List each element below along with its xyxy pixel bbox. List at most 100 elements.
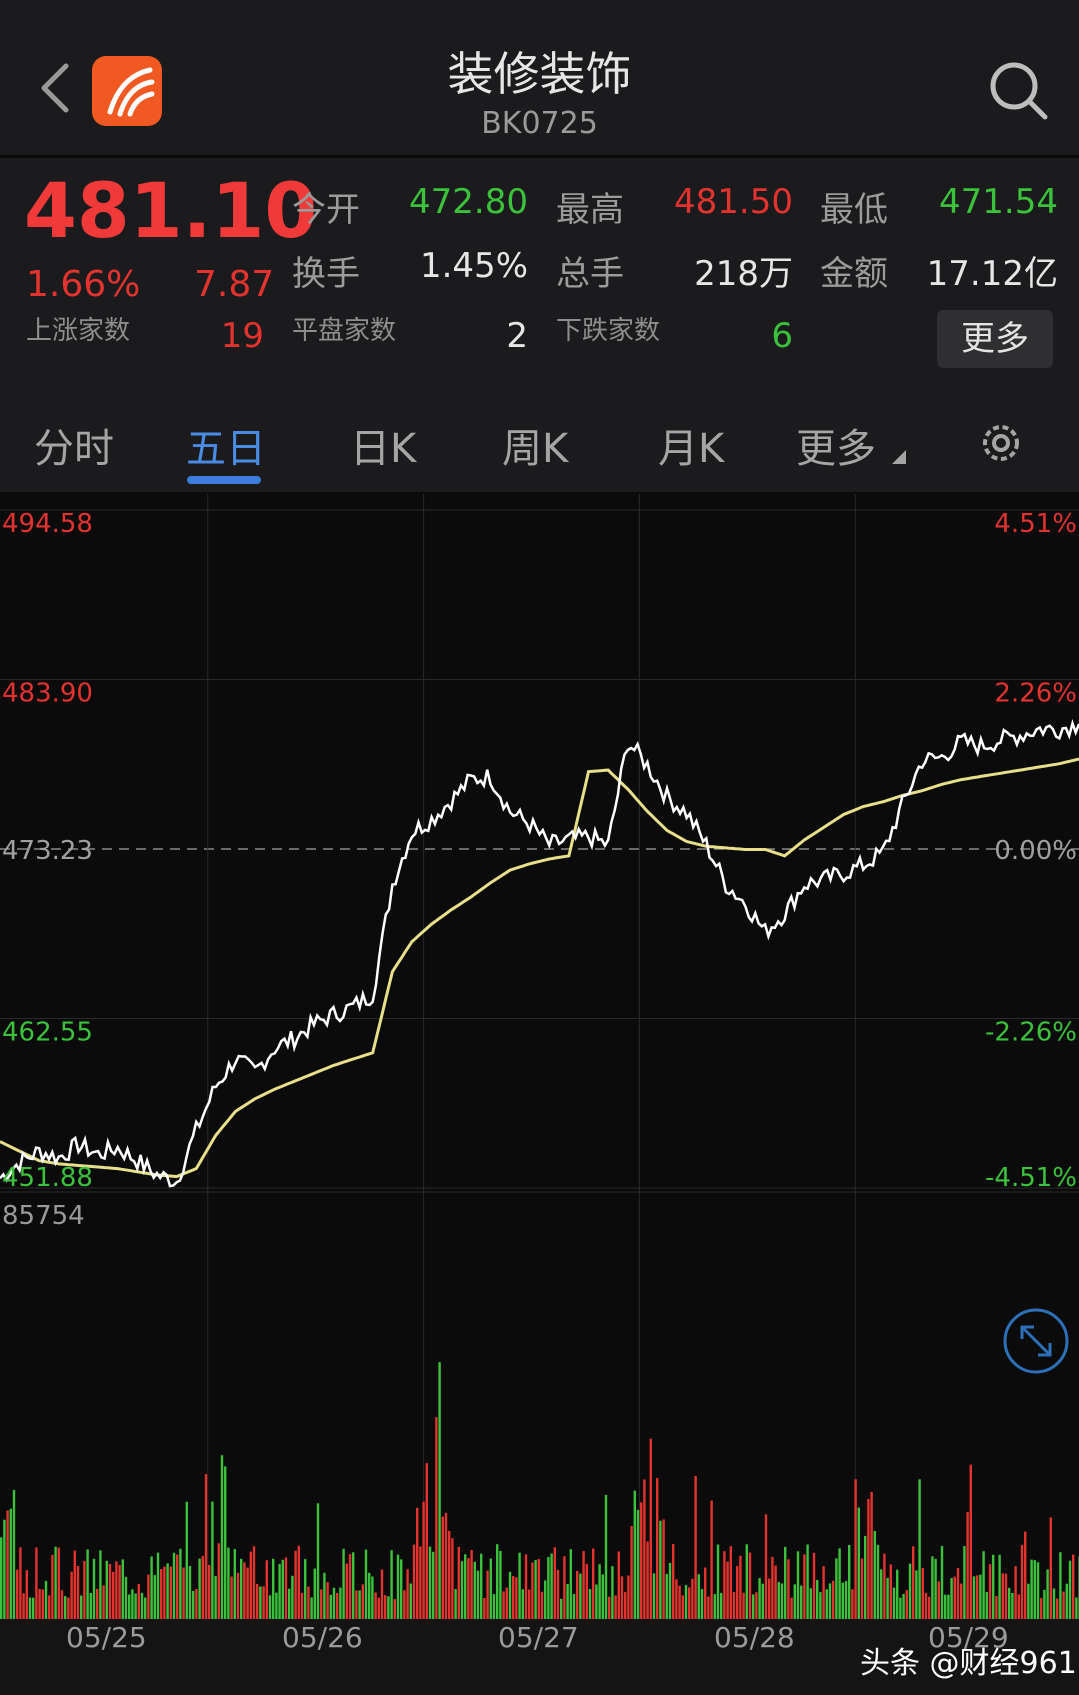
volume-bar — [249, 1551, 252, 1619]
volume-bar — [393, 1599, 396, 1619]
volume-bar — [556, 1569, 560, 1619]
volume-bar — [758, 1578, 761, 1619]
volume-bar — [512, 1576, 515, 1619]
expand-icon[interactable] — [1003, 1308, 1069, 1374]
volume-bar — [790, 1597, 793, 1619]
volume-bar — [937, 1581, 940, 1619]
volume-bar — [694, 1475, 697, 1619]
tab-intraday[interactable]: 分时 — [34, 416, 114, 474]
volume-bar — [419, 1546, 422, 1619]
volume-bar — [96, 1588, 99, 1619]
volume-bar — [44, 1580, 48, 1619]
volume-bar — [457, 1546, 460, 1619]
volume-bar — [723, 1551, 726, 1619]
volume-bar — [553, 1547, 556, 1619]
volume-bar — [774, 1565, 777, 1619]
volume-bar — [124, 1576, 128, 1619]
current-price: 481.10 — [24, 166, 318, 255]
volume-bar — [1011, 1593, 1014, 1619]
volume-bar — [1030, 1559, 1033, 1619]
volume-bar — [720, 1592, 723, 1619]
pct-axis-label: 0.00% — [994, 836, 1077, 866]
volume-bar — [268, 1595, 272, 1619]
volume-bar — [86, 1549, 89, 1619]
volume-bar — [371, 1576, 374, 1619]
volume-bar — [473, 1561, 476, 1619]
volume-bar — [105, 1560, 108, 1619]
volume-bar — [1068, 1560, 1072, 1619]
x-tick-label: 05/27 — [498, 1621, 579, 1654]
volume-bar — [368, 1572, 371, 1619]
volume-bar — [1027, 1583, 1030, 1619]
volume-bar — [892, 1587, 896, 1619]
volume-bar — [172, 1552, 176, 1619]
volume-bar — [902, 1593, 905, 1619]
volume-bar — [1024, 1531, 1027, 1619]
volume-bar — [422, 1501, 425, 1619]
tab-weekly-k[interactable]: 周K — [502, 416, 568, 474]
volume-bar — [406, 1569, 409, 1619]
volume-bar — [1059, 1552, 1062, 1619]
volume-bar — [880, 1569, 883, 1619]
volume-bar — [985, 1592, 988, 1619]
volume-bar — [841, 1582, 844, 1619]
volume-bar — [489, 1558, 492, 1619]
volume-bar — [627, 1575, 630, 1619]
volume-bar — [582, 1551, 585, 1619]
volume-bar — [604, 1494, 608, 1619]
pct-axis-label: 2.26% — [994, 679, 1077, 709]
active-tab-indicator — [187, 476, 261, 484]
volume-bar — [144, 1597, 147, 1619]
volume-bar — [76, 1566, 80, 1619]
volume-bar — [140, 1592, 144, 1619]
volume-bar — [972, 1576, 976, 1619]
volume-bar — [128, 1594, 131, 1619]
volume-bar — [624, 1592, 627, 1619]
search-icon[interactable] — [988, 60, 1050, 122]
volume-bar — [515, 1577, 518, 1619]
volume-bar — [214, 1575, 217, 1619]
volume-bar — [710, 1500, 713, 1619]
volume-bar — [739, 1555, 742, 1619]
volume-bar — [681, 1595, 684, 1619]
volume-bar — [1040, 1598, 1043, 1619]
volume-bar — [668, 1563, 672, 1619]
volume-bar — [838, 1548, 841, 1619]
five-day-chart[interactable]: 494.58 4.51% 483.90 2.26% 473.23 0.00% 462.55 -… — [0, 494, 1079, 1619]
pct-axis-label: -4.51% — [985, 1163, 1077, 1193]
volume-bar — [400, 1559, 403, 1619]
average-price-line — [0, 757, 1079, 1179]
volume-bar — [464, 1554, 467, 1619]
volume-bar — [675, 1579, 678, 1619]
tab-more[interactable]: 更多 — [796, 416, 876, 474]
volume-bar — [236, 1572, 240, 1619]
volume-bar — [707, 1596, 710, 1619]
volume-bar — [1052, 1588, 1056, 1619]
volume-bar — [953, 1576, 956, 1619]
volume-bar — [387, 1596, 390, 1619]
tab-daily-k[interactable]: 日K — [350, 416, 416, 474]
volume-bar — [265, 1560, 268, 1619]
tab-monthly-k[interactable]: 月K — [658, 416, 724, 474]
gear-icon[interactable] — [976, 418, 1026, 468]
volume-bar — [425, 1463, 428, 1619]
volume-bar — [598, 1564, 601, 1619]
more-button[interactable]: 更多 — [937, 310, 1053, 368]
tab-five-day[interactable]: 五日 — [186, 416, 266, 474]
volume-bar — [147, 1574, 150, 1619]
volume-bar — [563, 1556, 566, 1619]
volume-bar — [470, 1550, 473, 1619]
volume-bar — [150, 1556, 153, 1619]
volume-bar — [230, 1576, 233, 1619]
volume-bar — [870, 1491, 873, 1619]
volume-bar — [51, 1554, 54, 1619]
volume-bar — [233, 1549, 236, 1619]
volume-bar — [332, 1587, 336, 1619]
volume-bar — [137, 1584, 140, 1619]
volume-bar — [768, 1578, 771, 1619]
volume-bar — [438, 1362, 441, 1619]
volume-bar — [441, 1516, 444, 1619]
volume-bar — [361, 1584, 364, 1619]
volume-bar — [809, 1588, 812, 1619]
change-percent: 1.66% — [26, 264, 141, 305]
